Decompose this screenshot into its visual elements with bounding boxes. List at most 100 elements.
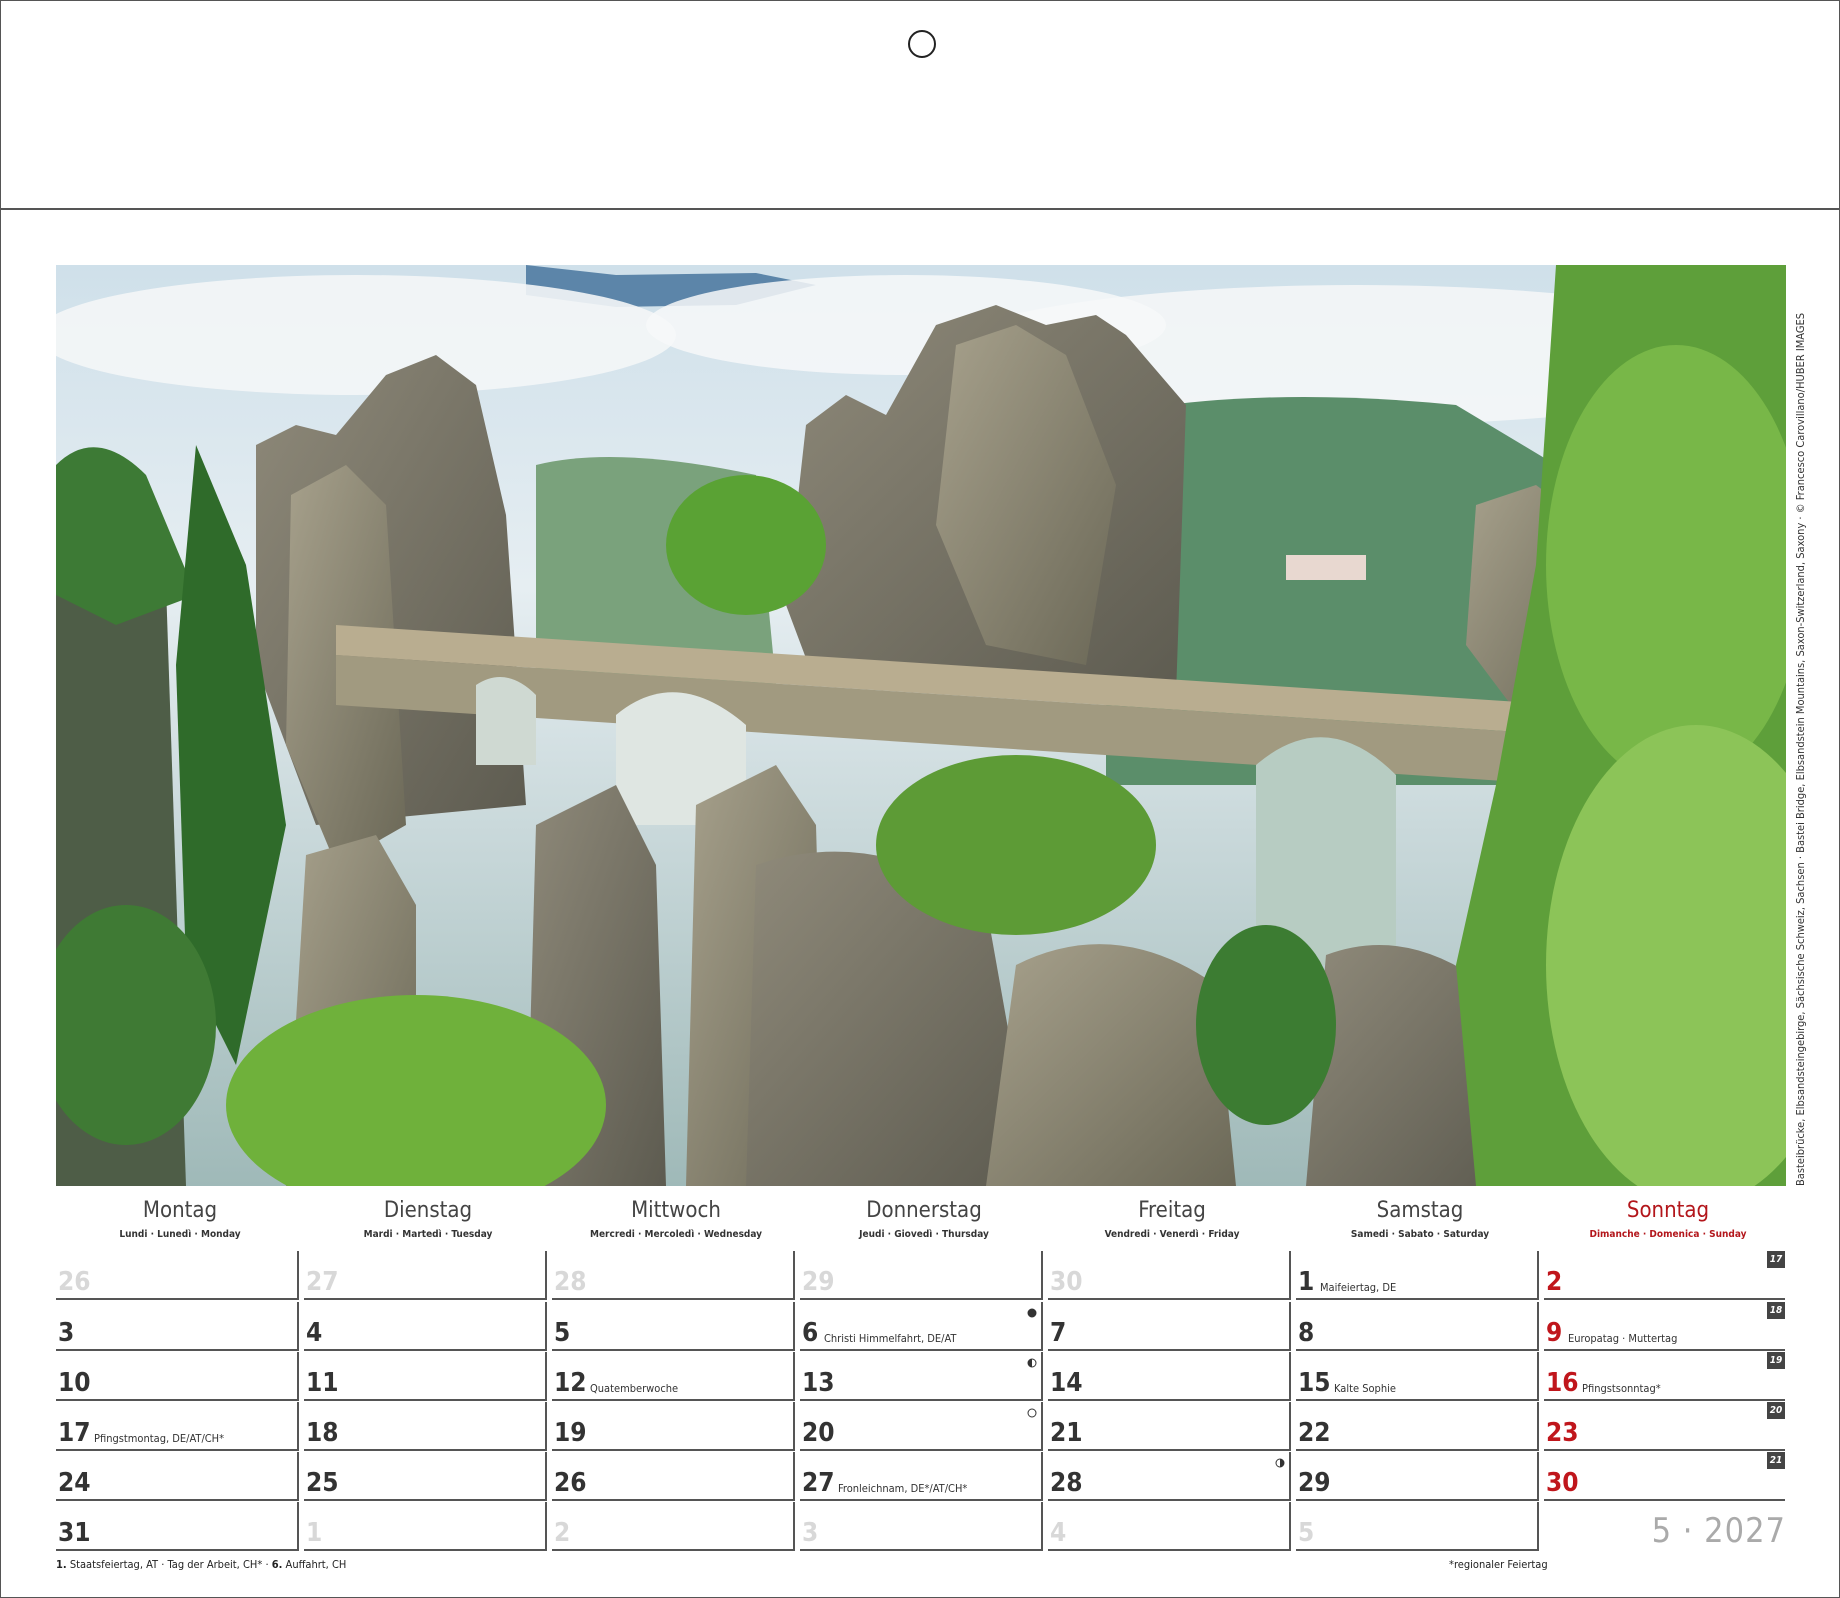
day-number: 19 (554, 1418, 587, 1448)
weekday-name: Samstag (1376, 1198, 1464, 1223)
footnote-text: Tag der Arbeit, CH* (167, 1558, 263, 1571)
day-number: 18 (306, 1418, 339, 1448)
day-cell: 11 (304, 1352, 547, 1401)
photo-credit: Basteibrücke, Elbsandsteingebirge, Sächs… (1794, 312, 1807, 1186)
day-number: 26 (58, 1267, 91, 1297)
day-cell: 31 (56, 1502, 299, 1551)
day-cell: 27 (304, 1251, 547, 1300)
day-number: 29 (1298, 1468, 1331, 1498)
day-cell: 6 Christi Himmelfahrt, DE/AT (800, 1302, 1043, 1351)
footnote-day: 6. (271, 1558, 283, 1571)
day-number: 27 (306, 1267, 339, 1297)
day-number: 29 (802, 1267, 835, 1297)
day-number: 28 (554, 1267, 587, 1297)
day-cell: 30 (1048, 1251, 1291, 1300)
weekday-translations: Mercredi · Mercoledì · Wednesday (589, 1229, 762, 1240)
weekday-translations: Vendredi · Venerdì · Friday (1104, 1229, 1240, 1240)
day-cell: 30 21 (1544, 1452, 1785, 1501)
calendar-grid: 26 27 28 29 30 1 Maifeiertag, DE 2 17 3 4 5 6 Christi… (56, 1251, 1786, 1551)
weekday-translations: Mardi · Martedì · Tuesday (363, 1229, 493, 1240)
day-cell: 25 (304, 1452, 547, 1501)
weekday-thursday: Donnerstag Jeudi · Giovedì · Thursday (800, 1196, 1048, 1243)
weekday-name: Dienstag (383, 1198, 473, 1223)
weekday-friday: Freitag Vendredi · Venerdì · Friday (1048, 1196, 1296, 1243)
day-cell: 9 Europatag · Muttertag 18 (1544, 1302, 1785, 1351)
day-cell: 5 (1296, 1502, 1539, 1551)
weekday-name: Montag (142, 1198, 218, 1223)
day-cell: 3 (56, 1302, 299, 1351)
weekday-saturday: Samstag Samedi · Sabato · Saturday (1296, 1196, 1544, 1243)
week-number-badge: 21 (1767, 1452, 1785, 1469)
weekday-translations: Samedi · Sabato · Saturday (1350, 1229, 1490, 1240)
day-number: 25 (306, 1468, 339, 1498)
footnote-day: 1. (56, 1558, 67, 1571)
day-cell: 26 (56, 1251, 299, 1300)
calendar-header-strip (1, 1, 1839, 210)
day-number: 1 (306, 1518, 323, 1548)
day-number: 30 (1546, 1468, 1579, 1498)
footnote-text: Staatsfeiertag, AT (69, 1558, 159, 1571)
holiday-note: Kalte Sophie (1334, 1382, 1396, 1395)
holiday-note: Pfingstmontag, DE/AT/CH* (94, 1432, 225, 1445)
day-number: 3 (58, 1318, 75, 1348)
weekday-tuesday: Dienstag Mardi · Martedì · Tuesday (304, 1196, 552, 1243)
day-cell: 15 Kalte Sophie (1296, 1352, 1539, 1401)
weekday-translations: Dimanche · Domenica · Sunday (1589, 1229, 1747, 1240)
day-number: 15 (1298, 1368, 1331, 1398)
day-cell: 29 (800, 1251, 1043, 1300)
day-cell: 19 (552, 1402, 795, 1451)
day-cell: 22 (1296, 1402, 1539, 1451)
week-number-badge: 19 (1767, 1352, 1785, 1369)
weekday-translations: Jeudi · Giovedì · Thursday (859, 1229, 989, 1240)
landscape-photo (56, 265, 1786, 1186)
day-cell: 17 Pfingstmontag, DE/AT/CH* (56, 1402, 299, 1451)
day-number: 21 (1050, 1418, 1083, 1448)
month-year-label: 5 · 2027 (1651, 1511, 1786, 1551)
day-number: 17 (58, 1418, 91, 1448)
day-number: 20 (802, 1418, 835, 1448)
weekday-name: Sonntag (1626, 1198, 1710, 1223)
day-number: 9 (1546, 1318, 1563, 1348)
day-number: 5 (554, 1318, 571, 1348)
day-cell: 20 (800, 1402, 1043, 1451)
holiday-note: Quatemberwoche (590, 1382, 679, 1395)
weekday-translations: Lundi · Lunedì · Monday (119, 1229, 241, 1240)
weekday-name: Freitag (1138, 1198, 1206, 1223)
weekday-header: Montag Lundi · Lunedì · Monday Dienstag … (56, 1196, 1786, 1246)
week-number-badge: 20 (1767, 1402, 1785, 1419)
day-number: 14 (1050, 1368, 1083, 1398)
day-cell: 1 (304, 1502, 547, 1551)
day-number: 4 (306, 1318, 323, 1348)
day-number: 26 (554, 1468, 587, 1498)
day-number: 24 (58, 1468, 91, 1498)
day-number: 2 (554, 1518, 571, 1548)
day-number: 5 (1298, 1518, 1315, 1548)
weekday-wednesday: Mittwoch Mercredi · Mercoledì · Wednesda… (552, 1196, 800, 1243)
holiday-note: Fronleichnam, DE*/AT/CH* (838, 1482, 968, 1495)
day-number: 23 (1546, 1418, 1579, 1448)
day-cell: 13 (800, 1352, 1043, 1401)
day-number: 6 (802, 1318, 819, 1348)
day-number: 13 (802, 1368, 835, 1398)
day-number: 1 (1298, 1267, 1315, 1297)
weekday-monday: Montag Lundi · Lunedì · Monday (56, 1196, 304, 1243)
day-cell: 28 (552, 1251, 795, 1300)
day-number: 7 (1050, 1318, 1067, 1348)
weekday-name: Donnerstag (866, 1198, 982, 1223)
day-cell: 12 Quatemberwoche (552, 1352, 795, 1401)
day-cell: 4 (1048, 1502, 1291, 1551)
moon-phase-quarter-icon (1275, 1458, 1285, 1468)
day-cell: 28 (1048, 1452, 1291, 1501)
day-cell: 5 (552, 1302, 795, 1351)
day-cell: 29 (1296, 1452, 1539, 1501)
week-number-badge: 17 (1767, 1251, 1785, 1268)
regional-holiday-note: *regionaler Feiertag (1449, 1558, 1548, 1571)
day-number: 16 (1546, 1368, 1579, 1398)
day-cell: 7 (1048, 1302, 1291, 1351)
day-number: 2 (1546, 1267, 1563, 1297)
calendar-page: Basteibrücke, Elbsandsteingebirge, Sächs… (0, 0, 1840, 1598)
day-cell: 4 (304, 1302, 547, 1351)
day-cell: 16 Pfingstsonntag* 19 (1544, 1352, 1785, 1401)
footnote-text: Auffahrt, CH (285, 1558, 347, 1571)
day-number: 30 (1050, 1267, 1083, 1297)
